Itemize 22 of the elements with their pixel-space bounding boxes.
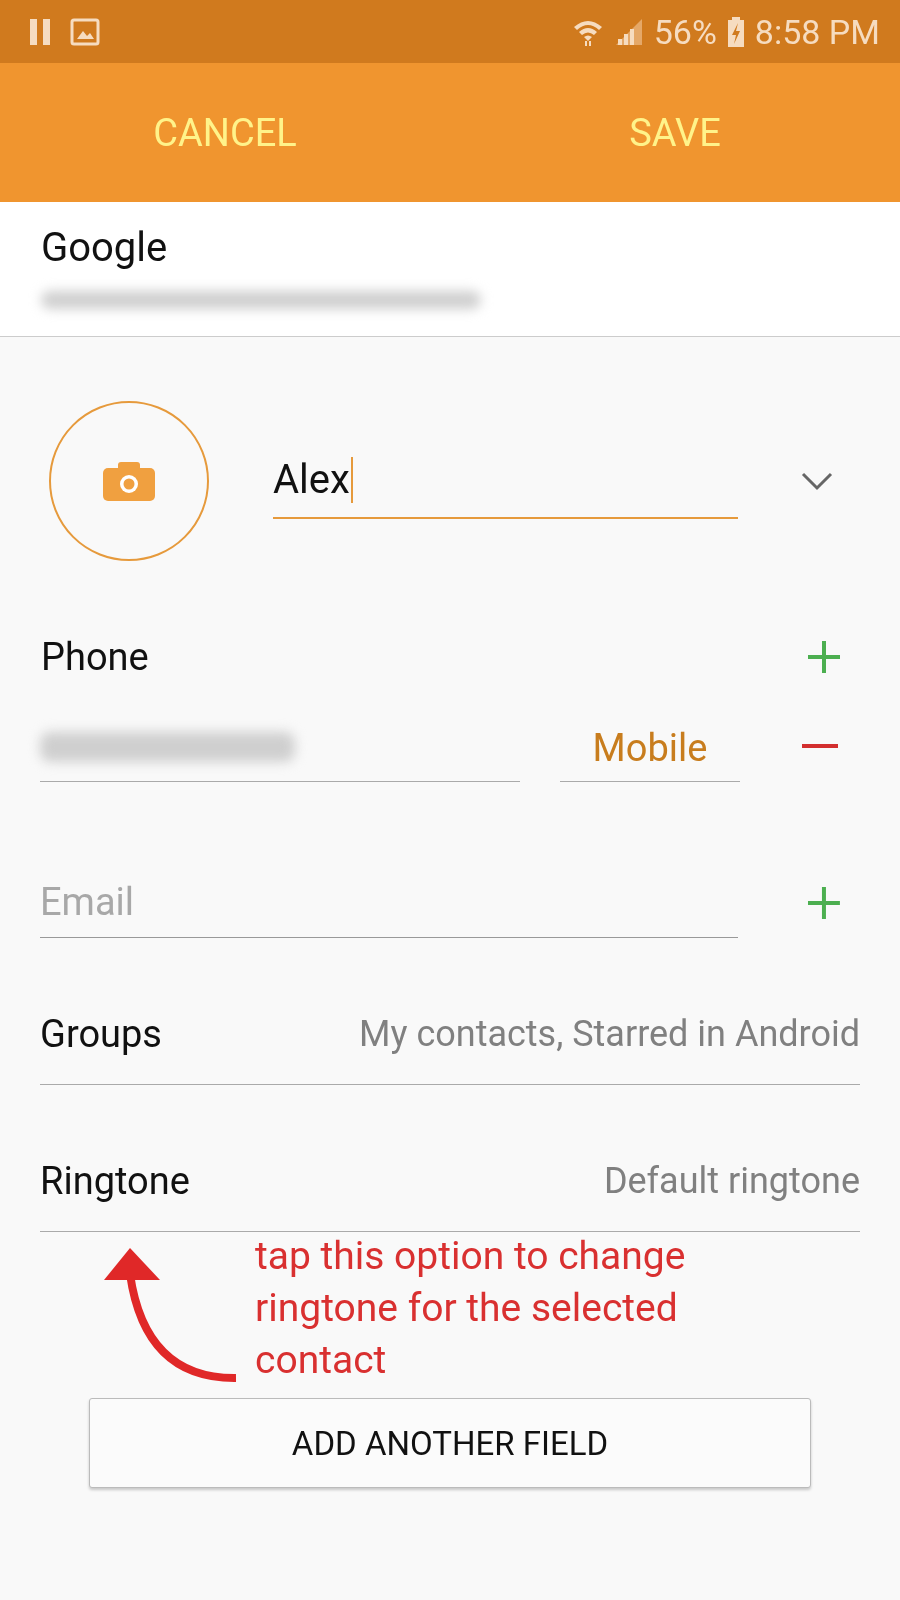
battery-charging-icon [726,15,745,48]
battery-percent: 56% [653,11,717,52]
groups-value: My contacts, Starred in Android [359,1013,860,1055]
ringtone-value: Default ringtone [603,1160,860,1202]
name-field[interactable]: Alex [273,442,738,519]
camera-icon [103,460,155,501]
minus-icon [802,744,838,748]
chevron-down-icon [800,470,834,491]
plus-icon [806,884,842,921]
annotation-text: tap this option to change ringtone for the selected contact [255,1232,687,1385]
groups-row[interactable]: Groups My contacts, Starred in Android [40,984,860,1085]
add-another-field-button[interactable]: ADD ANOTHER FIELD [89,1398,811,1488]
plus-icon [806,639,842,675]
image-icon [70,16,100,47]
clock: 8:58 PM [754,11,880,52]
add-photo-button[interactable] [49,400,209,561]
email-field[interactable]: Email [40,867,739,938]
phone-label: Phone [41,635,149,679]
ringtone-row[interactable]: Ringtone Default ringtone [40,1131,860,1232]
groups-label: Groups [40,1012,162,1056]
account-name: Google [41,224,169,271]
ringtone-label: Ringtone [40,1159,190,1203]
